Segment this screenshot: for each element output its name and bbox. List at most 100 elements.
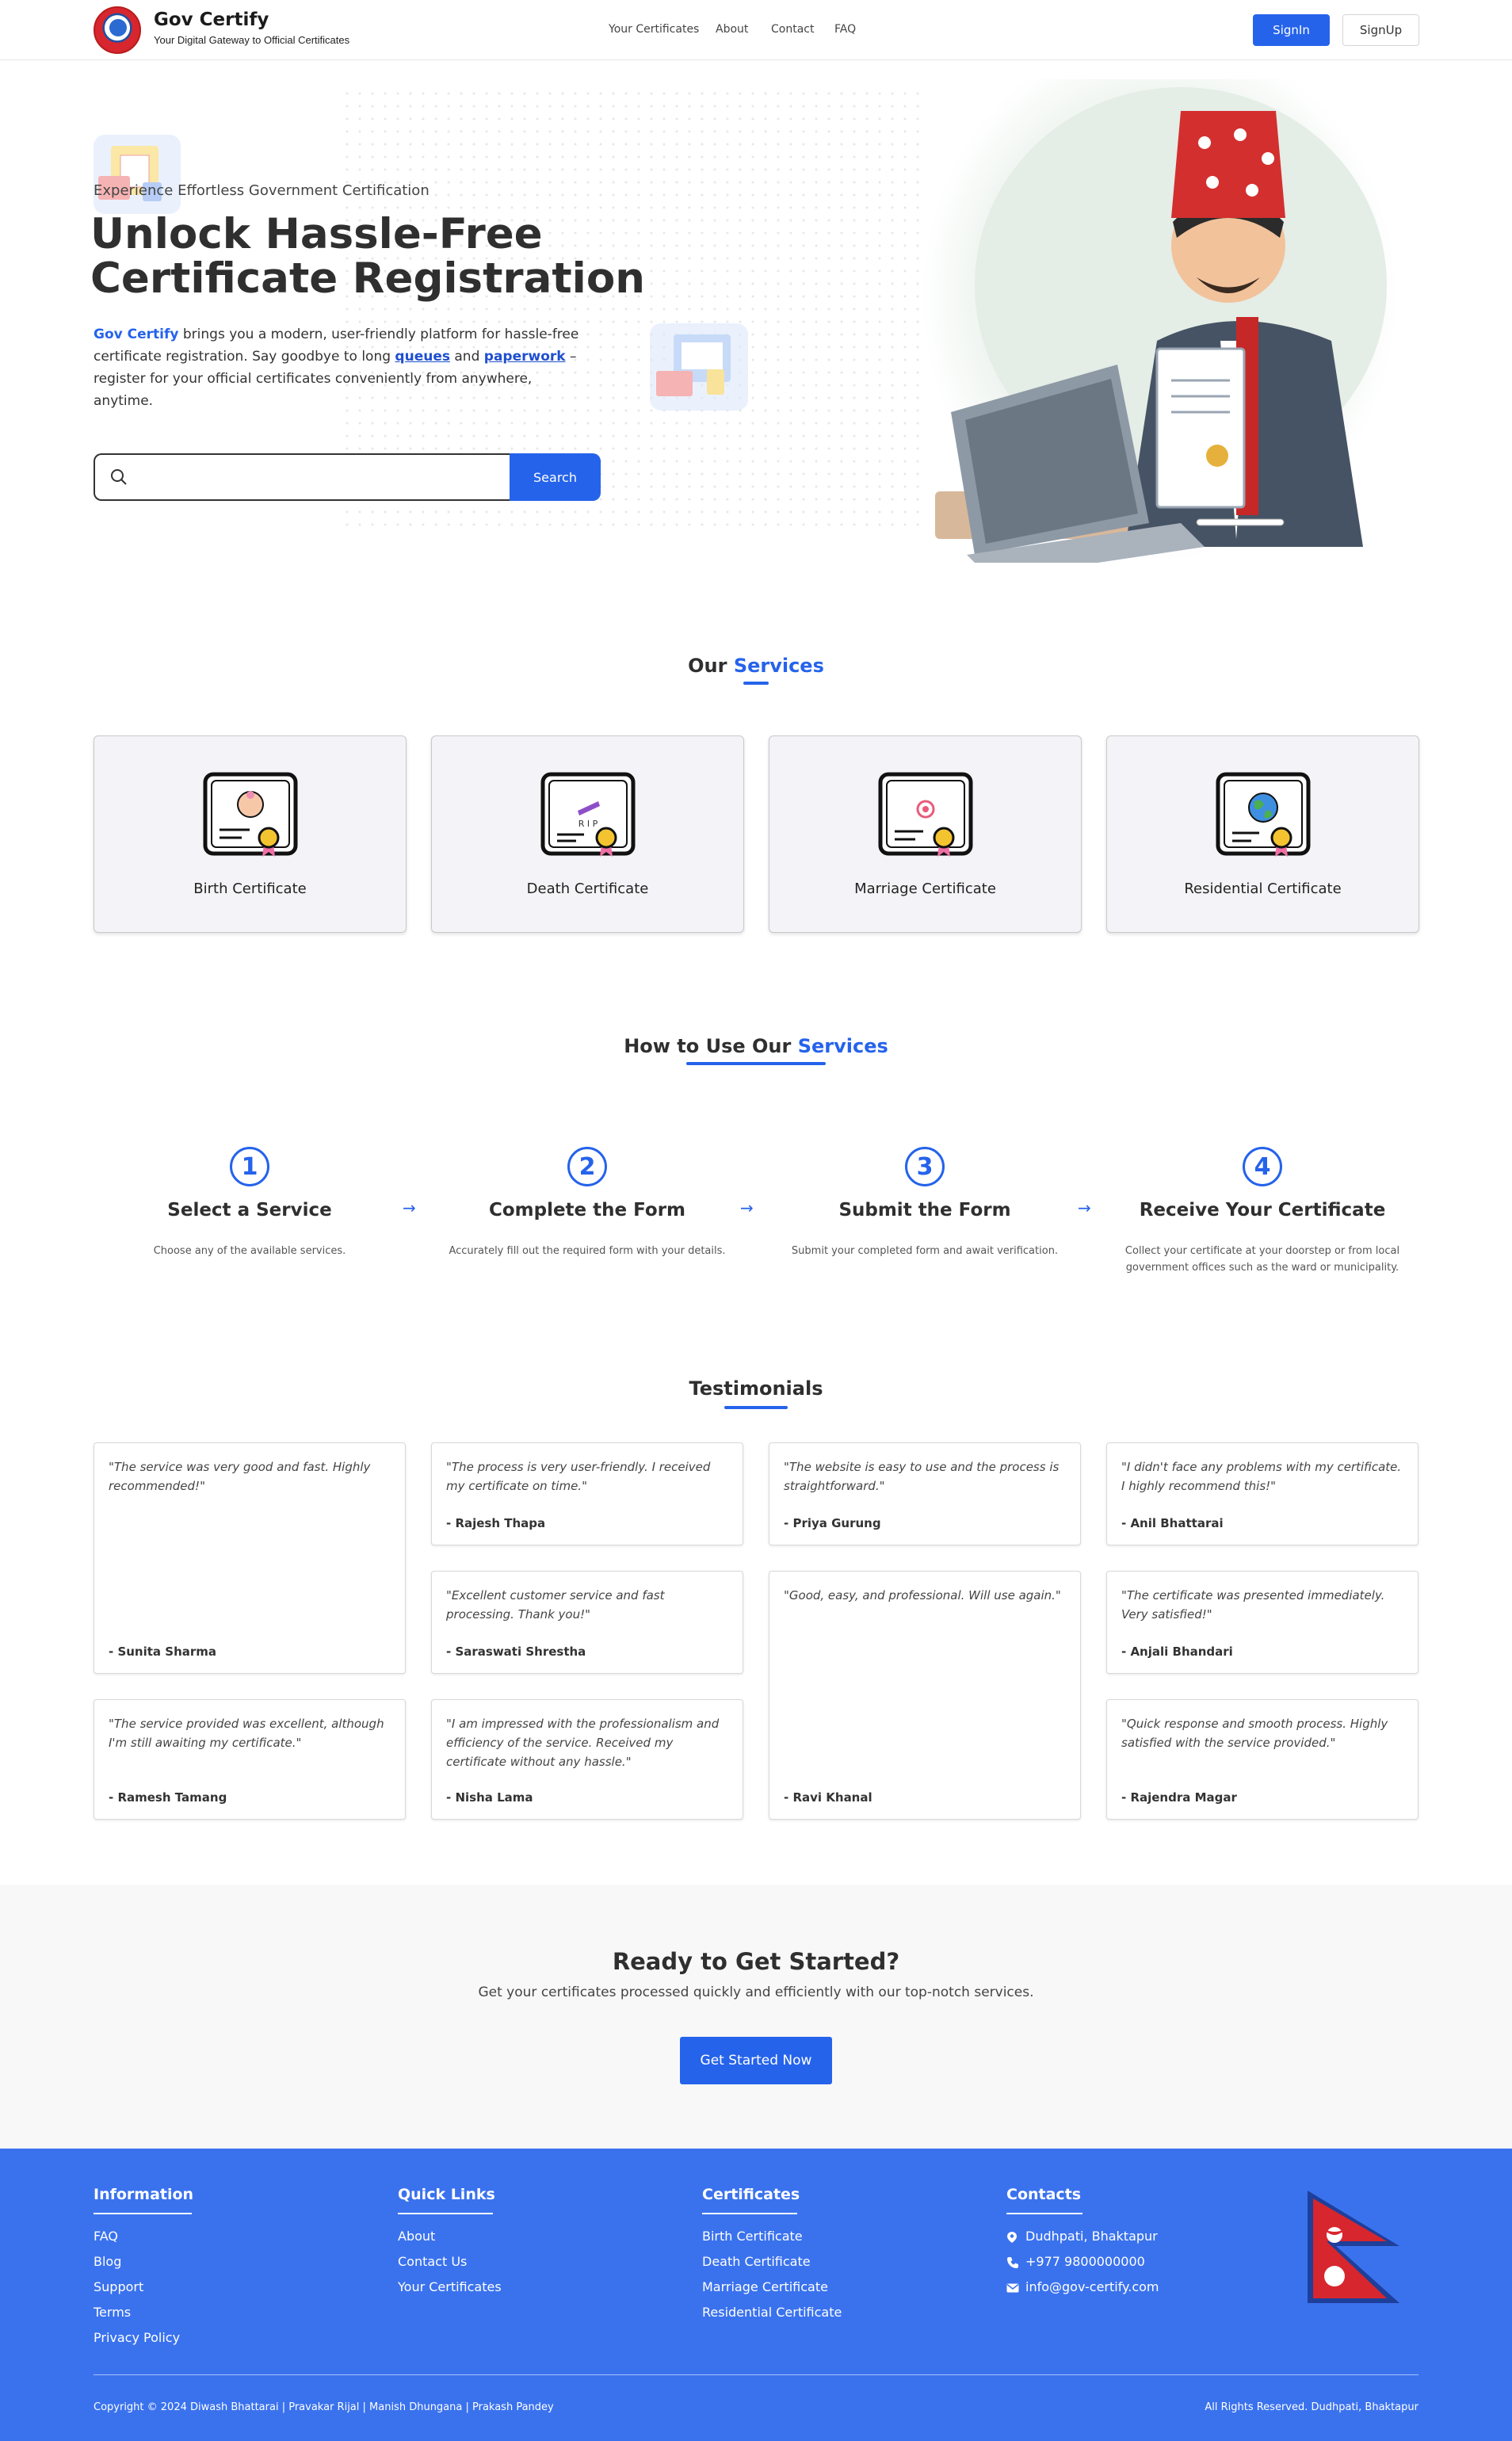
service-card-marriage[interactable]: Marriage Certificate (769, 735, 1082, 933)
testimonial-quote: "Quick response and smooth process. High… (1121, 1717, 1388, 1750)
footer-heading-certificates: Certificates (702, 2186, 800, 2203)
footer-contact-address: Dudhpati, Bhaktapur (1025, 2229, 1158, 2244)
testimonial-quote: "I didn't face any problems with my cert… (1121, 1460, 1402, 1493)
testimonial-author: - Rajendra Magar (1121, 1790, 1237, 1805)
get-started-button[interactable]: Get Started Now (680, 2037, 832, 2084)
testimonial-author: - Priya Gurung (784, 1516, 881, 1530)
service-label-residential: Residential Certificate (1184, 881, 1342, 897)
search-icon (111, 469, 127, 485)
testimonial-author: - Ramesh Tamang (109, 1790, 227, 1805)
services-title-underline (743, 682, 769, 685)
cta-subtitle: Get your certificates processed quickly … (478, 1985, 1034, 2000)
footer-link-support[interactable]: Support (94, 2279, 143, 2294)
service-card-birth[interactable]: Birth Certificate (94, 735, 407, 933)
hero-illustration-man-with-certificate (919, 79, 1399, 563)
footer-copyright: Copyright © 2024 Diwash Bhattarai | Prav… (94, 2401, 554, 2413)
services-title: Our Services (0, 655, 1512, 677)
svg-text:R I P: R I P (578, 819, 598, 829)
phone-icon (1007, 2257, 1018, 2268)
services-title-accent: Services (733, 655, 824, 677)
search-box (94, 453, 510, 501)
footer-link-contact-us[interactable]: Contact Us (398, 2254, 467, 2269)
search-input[interactable] (138, 461, 494, 493)
testimonial-author: - Anjali Bhandari (1121, 1645, 1233, 1659)
footer-link-about[interactable]: About (398, 2229, 435, 2244)
service-card-residential[interactable]: Residential Certificate (1106, 735, 1419, 933)
death-certificate-icon: R I P (540, 772, 636, 857)
hero-desc-and: and (449, 349, 484, 365)
testimonials-title-underline (724, 1406, 788, 1409)
footer-heading-underline (702, 2213, 797, 2214)
paperwork-link[interactable]: paperwork (484, 349, 566, 365)
queues-link[interactable]: queues (395, 349, 450, 365)
footer-link-faq[interactable]: FAQ (94, 2229, 118, 2244)
footer-link-birth-certificate[interactable]: Birth Certificate (702, 2229, 803, 2244)
testimonial-card: "The website is easy to use and the proc… (769, 1442, 1081, 1545)
service-label-marriage: Marriage Certificate (854, 881, 996, 897)
testimonial-quote: "Good, easy, and professional. Will use … (784, 1588, 1061, 1603)
search-button[interactable]: Search (510, 453, 601, 501)
testimonial-author: - Ravi Khanal (784, 1790, 872, 1805)
nav-link-your-certificates[interactable]: Your Certificates (609, 23, 699, 36)
footer-link-marriage-certificate[interactable]: Marriage Certificate (702, 2279, 828, 2294)
footer-contact-email[interactable]: info@gov-certify.com (1025, 2279, 1159, 2294)
testimonial-author: - Anil Bhattarai (1121, 1516, 1224, 1530)
residential-certificate-icon (1216, 772, 1311, 857)
testimonial-card: "I am impressed with the professionalism… (431, 1699, 743, 1820)
signup-button[interactable]: SignUp (1342, 14, 1419, 46)
marriage-certificate-icon (878, 772, 973, 857)
service-card-death[interactable]: R I P Death Certificate (431, 735, 744, 933)
service-label-death: Death Certificate (526, 881, 649, 897)
footer-link-blog[interactable]: Blog (94, 2254, 121, 2269)
footer-link-death-certificate[interactable]: Death Certificate (702, 2254, 811, 2269)
testimonial-card: "The certificate was presented immediate… (1106, 1571, 1418, 1674)
brand-name[interactable]: Gov Certify (154, 10, 269, 30)
step-title-3: Submit the Form (838, 1200, 1011, 1220)
step-desc-3: Submit your completed form and await ver… (791, 1245, 1059, 1257)
footer-rights: All Rights Reserved. Dudhpati, Bhaktapur (1205, 2401, 1418, 2413)
nepal-flag-icon (1308, 2191, 1399, 2303)
step-desc-4: Collect your certificate at your doorste… (1124, 1245, 1400, 1274)
floating-document-icon (94, 135, 181, 214)
arrow-right-icon: → (403, 1198, 416, 1217)
footer-link-terms[interactable]: Terms (94, 2305, 131, 2320)
services-title-prefix: Our (688, 655, 727, 677)
step-title-1: Select a Service (167, 1200, 332, 1220)
footer-contact-phone[interactable]: +977 9800000000 (1025, 2254, 1145, 2269)
footer-link-privacy-policy[interactable]: Privacy Policy (94, 2330, 180, 2345)
hero-subtitle: Experience Effortless Government Certifi… (94, 182, 430, 199)
testimonial-quote: "I am impressed with the professionalism… (446, 1717, 720, 1769)
hero-description: Gov Certify brings you a modern, user-fr… (94, 323, 585, 412)
signin-button[interactable]: SignIn (1253, 14, 1330, 46)
arrow-right-icon: → (1078, 1198, 1091, 1217)
howto-title: How to Use Our Services (0, 1035, 1512, 1057)
floating-devices-icon (650, 323, 748, 411)
birth-certificate-icon (203, 772, 298, 857)
howto-title-accent: Services (797, 1035, 888, 1057)
cta-title: Ready to Get Started? (612, 1948, 900, 1975)
location-pin-icon (1007, 2232, 1017, 2243)
nepal-emblem-logo[interactable] (94, 6, 141, 54)
nav-link-contact[interactable]: Contact (771, 23, 814, 36)
testimonial-quote: "The certificate was presented immediate… (1121, 1588, 1385, 1622)
nav-link-about[interactable]: About (716, 23, 748, 36)
nav-link-faq[interactable]: FAQ (834, 23, 856, 36)
testimonial-card: "Good, easy, and professional. Will use … (769, 1571, 1081, 1820)
testimonial-quote: "The service provided was excellent, alt… (109, 1717, 384, 1750)
step-desc-2: Accurately fill out the required form wi… (449, 1245, 726, 1257)
testimonial-quote: "The process is very user-friendly. I re… (446, 1460, 711, 1493)
testimonial-quote: "The service was very good and fast. Hig… (109, 1460, 371, 1493)
step-title-2: Complete the Form (488, 1200, 686, 1220)
step-desc-1: Choose any of the available services. (153, 1245, 346, 1257)
howto-title-prefix: How to Use Our (624, 1035, 792, 1057)
testimonial-card: "The service provided was excellent, alt… (94, 1699, 406, 1820)
footer-heading-quick-links: Quick Links (398, 2186, 495, 2203)
footer-link-your-certificates[interactable]: Your Certificates (398, 2279, 502, 2294)
testimonial-author: - Sunita Sharma (109, 1645, 217, 1659)
brand-tagline: Your Digital Gateway to Official Certifi… (154, 34, 350, 46)
mail-icon (1006, 2283, 1019, 2293)
testimonial-card: "The service was very good and fast. Hig… (94, 1442, 406, 1674)
testimonial-card: "I didn't face any problems with my cert… (1106, 1442, 1418, 1545)
hero-title: Unlock Hassle-Free Certificate Registrat… (90, 210, 645, 303)
footer-link-residential-certificate[interactable]: Residential Certificate (702, 2305, 842, 2320)
